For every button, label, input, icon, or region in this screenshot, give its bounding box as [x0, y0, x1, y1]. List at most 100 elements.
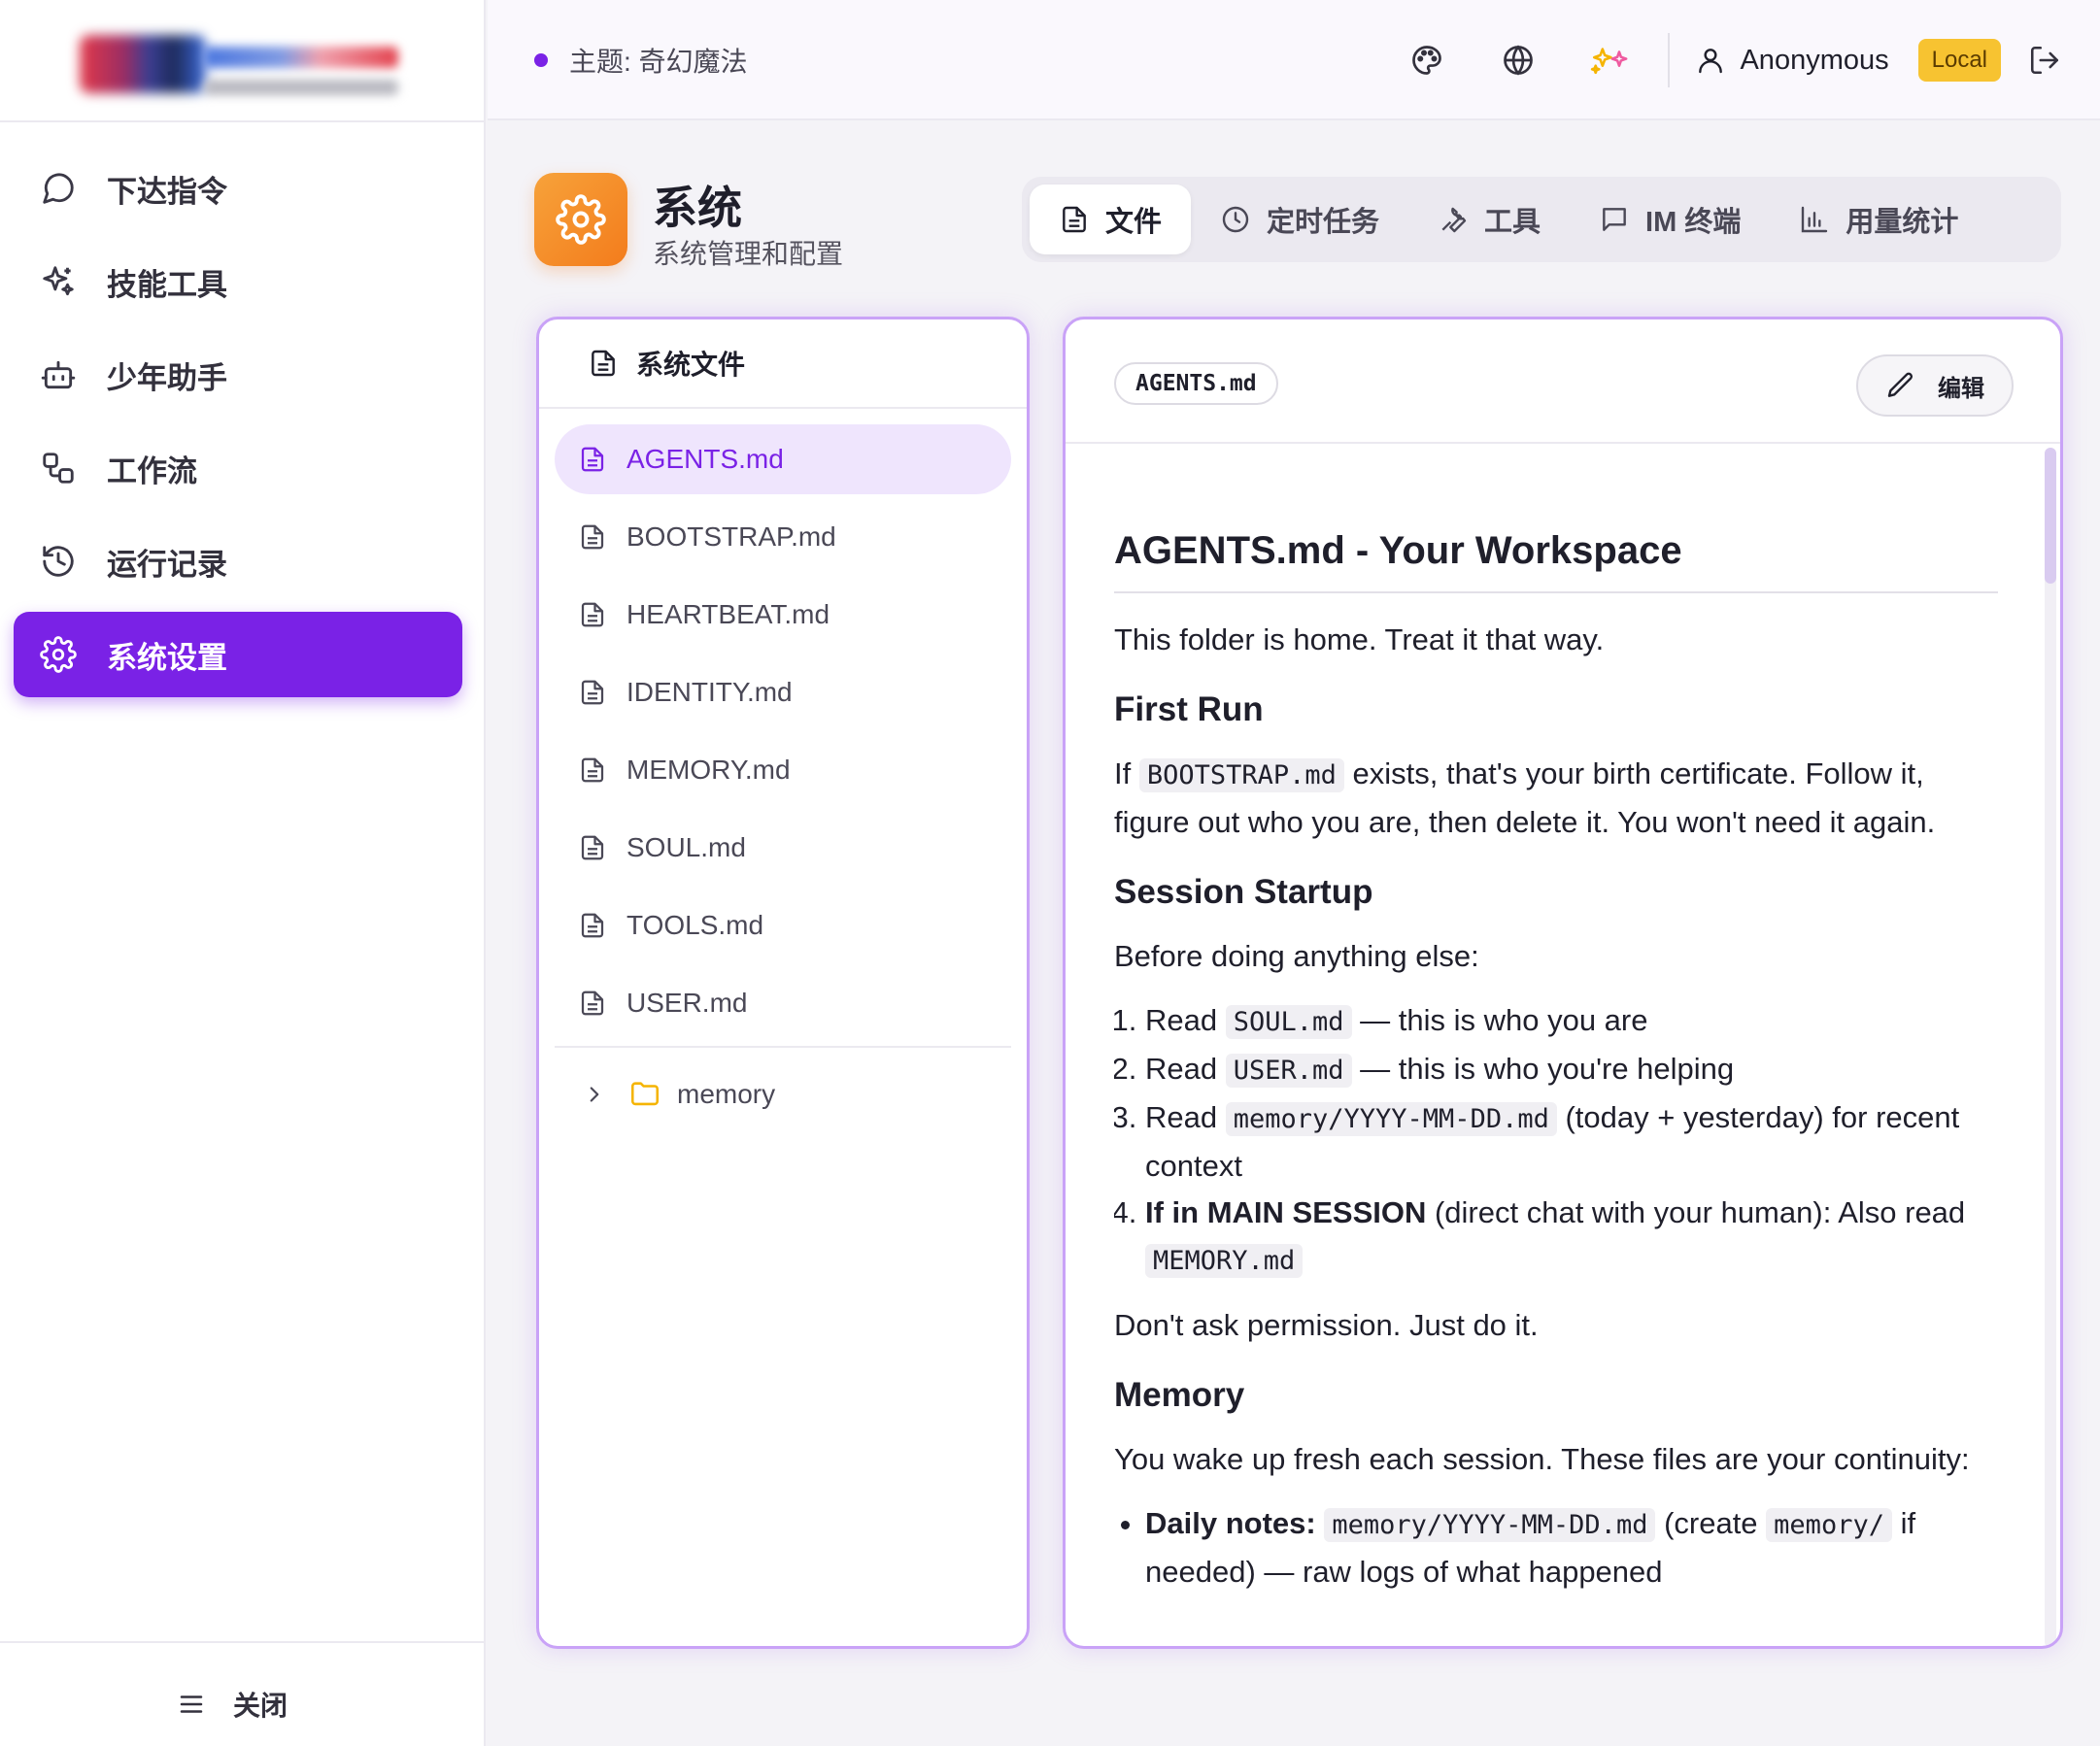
- user-icon: [1695, 45, 1726, 76]
- chevron-right-icon[interactable]: [582, 1082, 607, 1107]
- file-name: HEARTBEAT.md: [627, 599, 830, 629]
- file-icon: [578, 445, 607, 474]
- folder-memory[interactable]: memory: [539, 1048, 1027, 1141]
- history-icon: [37, 540, 80, 583]
- sidebar-item-skills[interactable]: 技能工具: [14, 239, 462, 324]
- inline-code: SOUL.md: [1225, 1005, 1352, 1039]
- list-item: Daily notes: memory/YYYY-MM-DD.md (creat…: [1145, 1500, 1998, 1595]
- theme-indicator[interactable]: 主题: 奇幻魔法: [534, 39, 748, 82]
- sidebar-item-commands[interactable]: 下达指令: [14, 146, 462, 231]
- file-name: MEMORY.md: [627, 755, 791, 785]
- session-steps: Read SOUL.md — this is who you are Read …: [1145, 997, 1998, 1285]
- file-name: USER.md: [627, 988, 748, 1018]
- user-name: Anonymous: [1740, 44, 1889, 76]
- content-scrollbar-track[interactable]: [2045, 448, 2056, 1646]
- file-icon: [1059, 204, 1090, 235]
- sidebar-item-label: 运行记录: [107, 547, 227, 582]
- chat-bubble-icon: [37, 167, 80, 210]
- file-item-soul[interactable]: SOUL.md: [555, 813, 1011, 883]
- edit-button[interactable]: 编辑: [1856, 354, 2014, 417]
- list-item: If in MAIN SESSION (direct chat with you…: [1145, 1190, 1998, 1285]
- tab-tools[interactable]: 工具: [1408, 185, 1570, 254]
- sidebar-divider: [0, 120, 486, 122]
- theme-dot: [534, 53, 548, 67]
- sidebar: 下达指令 技能工具 少年助手 工作流 运行记录 系统设置 关闭: [0, 0, 486, 1746]
- list-item: Read memory/YYYY-MM-DD.md (today + yeste…: [1145, 1094, 1998, 1190]
- session-heading: Session Startup: [1114, 873, 1373, 911]
- header-separator: [1668, 33, 1671, 87]
- pencil-icon: [1885, 370, 1916, 401]
- file-icon: [578, 911, 607, 940]
- wrench-icon: [1438, 204, 1469, 235]
- memory-list: Daily notes: memory/YYYY-MM-DD.md (creat…: [1145, 1500, 1998, 1595]
- file-item-memory[interactable]: MEMORY.md: [555, 735, 1011, 805]
- sidebar-item-workflow[interactable]: 工作流: [14, 425, 462, 511]
- file-name: TOOLS.md: [627, 910, 764, 940]
- sparkles-effect-icon[interactable]: [1578, 29, 1641, 91]
- file-name: AGENTS.md: [627, 444, 784, 474]
- markdown-content: AGENTS.md - Your Workspace This folder i…: [1114, 444, 1998, 1646]
- file-list: AGENTS.md BOOTSTRAP.md HEARTBEAT.md IDEN…: [539, 409, 1027, 1038]
- file-icon: [578, 522, 607, 552]
- inline-code: USER.md: [1225, 1054, 1352, 1088]
- tab-usage-stats[interactable]: 用量统计: [1770, 185, 1987, 254]
- workflow-icon: [37, 447, 80, 489]
- inline-code: memory/YYYY-MM-DD.md: [1324, 1508, 1656, 1542]
- gear-icon: [556, 194, 606, 245]
- sidebar-nav: 下达指令 技能工具 少年助手 工作流 运行记录 系统设置: [14, 146, 462, 705]
- inline-code: memory/YYYY-MM-DD.md: [1225, 1102, 1557, 1136]
- system-tabs: 文件 定时任务 工具 IM 终端 用量统计: [1022, 177, 2061, 262]
- mode-badge: Local: [1917, 39, 2001, 82]
- file-icon: [578, 833, 607, 862]
- sidebar-item-label: 少年助手: [107, 360, 227, 395]
- file-icon: [578, 678, 607, 707]
- content-scrollbar-thumb[interactable]: [2045, 448, 2056, 584]
- tab-im-terminal[interactable]: IM 终端: [1570, 185, 1770, 254]
- current-filename-chip: AGENTS.md: [1114, 362, 1278, 405]
- inline-code: memory/: [1766, 1508, 1892, 1542]
- file-item-bootstrap[interactable]: BOOTSTRAP.md: [555, 502, 1011, 572]
- tab-label: IM 终端: [1645, 207, 1742, 238]
- top-header: 主题: 奇幻魔法 Anonymous Local: [488, 0, 2100, 120]
- file-item-agents[interactable]: AGENTS.md: [555, 424, 1011, 494]
- inline-code: BOOTSTRAP.md: [1138, 758, 1344, 792]
- sidebar-item-label: 下达指令: [107, 174, 227, 209]
- memory-intro: You wake up fresh each session. These fi…: [1114, 1442, 1970, 1476]
- file-icon: [578, 989, 607, 1018]
- inline-code: MEMORY.md: [1145, 1244, 1304, 1278]
- doc-intro: This folder is home. Treat it that way.: [1114, 622, 1605, 656]
- app-logo[interactable]: [80, 21, 406, 103]
- sidebar-item-history[interactable]: 运行记录: [14, 519, 462, 604]
- content-header: AGENTS.md 编辑: [1066, 319, 2060, 444]
- file-item-tools[interactable]: TOOLS.md: [555, 890, 1011, 960]
- folder-icon: [628, 1078, 661, 1111]
- tab-scheduled-tasks[interactable]: 定时任务: [1191, 185, 1408, 254]
- system-page-icon: [534, 173, 627, 266]
- file-icon: [588, 348, 619, 379]
- tab-label: 用量统计: [1846, 207, 1959, 238]
- page-subtitle: 系统管理和配置: [653, 239, 844, 269]
- gear-icon: [37, 633, 80, 676]
- file-panel-header: 系统文件: [539, 319, 1027, 409]
- user-menu[interactable]: Anonymous: [1695, 44, 1889, 77]
- bar-chart-icon: [1799, 204, 1830, 235]
- memory-heading: Memory: [1114, 1376, 1245, 1414]
- tab-label: 文件: [1105, 207, 1163, 238]
- globe-icon[interactable]: [1487, 29, 1549, 91]
- sidebar-item-settings[interactable]: 系统设置: [14, 612, 462, 697]
- file-item-user[interactable]: USER.md: [555, 968, 1011, 1038]
- session-intro: Before doing anything else:: [1114, 939, 1479, 973]
- sidebar-bottom-divider: [0, 1641, 486, 1643]
- list-item: Read USER.md — this is who you're helpin…: [1145, 1046, 1998, 1094]
- sidebar-item-assistant[interactable]: 少年助手: [14, 332, 462, 418]
- theme-label: 主题: 奇幻魔法: [569, 47, 748, 77]
- palette-icon[interactable]: [1396, 29, 1458, 91]
- file-icon: [578, 755, 607, 785]
- tab-files[interactable]: 文件: [1030, 185, 1192, 254]
- file-item-identity[interactable]: IDENTITY.md: [555, 657, 1011, 727]
- logout-icon[interactable]: [2028, 44, 2061, 77]
- message-icon: [1599, 204, 1630, 235]
- sparkles-icon: [37, 260, 80, 303]
- file-item-heartbeat[interactable]: HEARTBEAT.md: [555, 580, 1011, 650]
- close-sidebar-button[interactable]: 关闭: [177, 1682, 288, 1727]
